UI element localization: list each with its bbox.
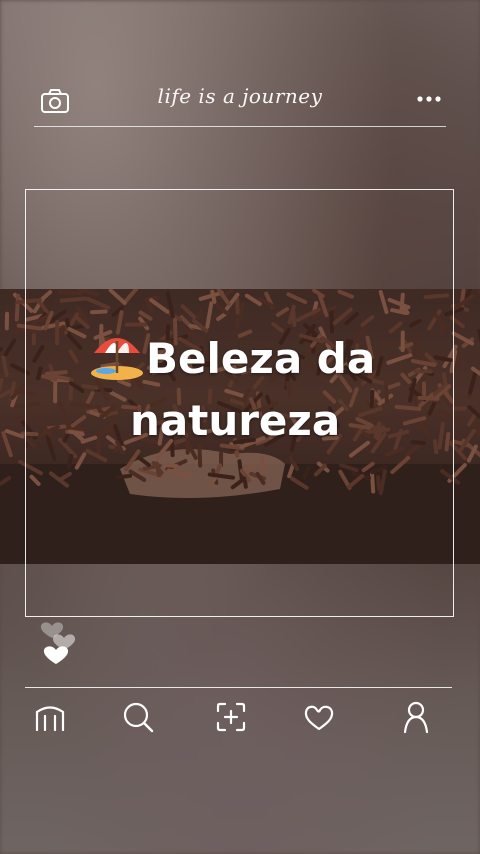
beach-umbrella-icon	[91, 338, 143, 380]
nav-search-button[interactable]	[121, 700, 155, 734]
hearts-icon[interactable]	[38, 608, 80, 668]
brand-title: life is a journey	[157, 84, 323, 108]
top-bar: life is a journey	[34, 84, 446, 127]
add-icon	[216, 702, 246, 732]
heart-icon	[304, 705, 334, 731]
search-icon	[123, 702, 154, 733]
nav-profile-button[interactable]	[399, 700, 433, 734]
profile-icon	[403, 701, 429, 734]
post-caption: Beleza da natureza	[88, 328, 448, 452]
home-icon	[35, 706, 65, 732]
caption-line-2: natureza	[130, 396, 341, 445]
more-icon[interactable]	[416, 94, 442, 104]
nav-add-button[interactable]	[214, 700, 248, 734]
caption-line-1: Beleza da	[146, 334, 376, 383]
bottom-nav	[25, 687, 452, 738]
nav-home-button[interactable]	[33, 700, 67, 734]
nav-likes-button[interactable]	[302, 700, 336, 734]
